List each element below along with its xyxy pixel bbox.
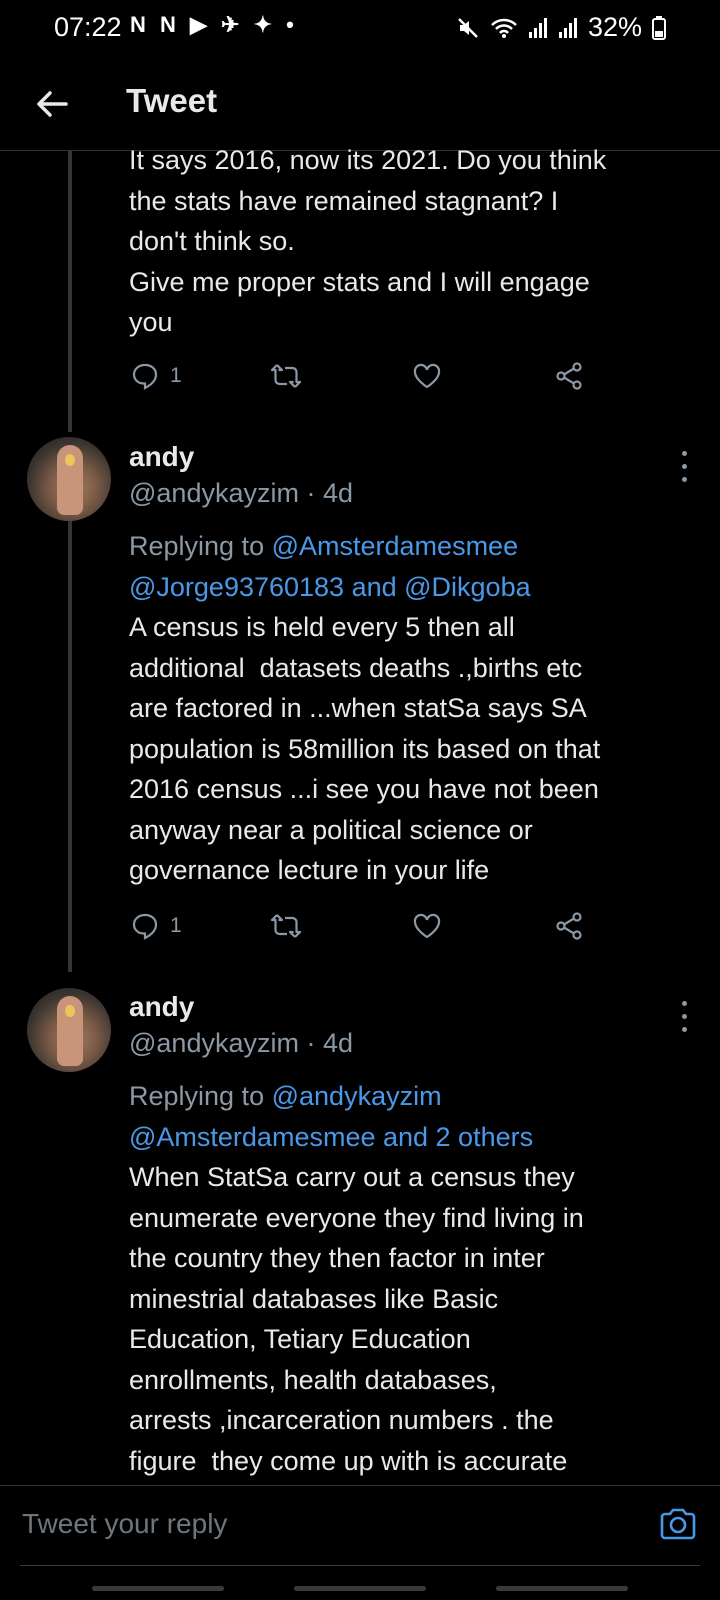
tweet-text[interactable]: It says 2016, now its 2021. Do you think… [129,140,689,343]
tweet-actions: 1 [130,356,600,396]
tweet-text[interactable]: A census is held every 5 then all additi… [129,607,689,891]
reply-input[interactable] [20,1500,624,1548]
author-handle-time[interactable]: @andykayzim · 4d [129,478,353,509]
replying-to-link[interactable]: @Amsterdamesmee and 2 others [129,1122,533,1152]
share-button[interactable] [554,356,584,396]
author-name[interactable]: andy [129,991,194,1023]
retweet-icon [270,364,302,388]
replying-to-link[interactable]: @Jorge93760183 and @Dikgoba [129,572,531,602]
reply-button[interactable]: 1 [130,906,182,946]
author-name[interactable]: andy [129,441,194,473]
system-navigation-bar [0,1580,720,1600]
heart-icon [413,363,441,389]
reply-button[interactable]: 1 [130,356,182,396]
replying-to: Replying to @andykayzim @Amsterdamesmee … [129,1076,689,1157]
more-options-icon[interactable] [676,449,692,485]
thread-line [68,150,72,432]
reply-icon [132,363,158,390]
signal-icon-2 [558,17,577,38]
retweet-icon [270,914,302,938]
mute-icon [458,17,478,38]
retweet-button[interactable] [270,906,302,946]
more-options-icon[interactable] [676,999,692,1035]
like-button[interactable] [412,906,442,946]
back-arrow-icon[interactable] [30,82,74,126]
nav-recents[interactable] [92,1586,224,1591]
thread-line [68,520,72,972]
page-title: Tweet [126,82,218,119]
retweet-button[interactable] [270,356,302,396]
status-right: 32% [456,12,666,43]
status-time: 07:22 [54,12,122,42]
divider [20,1565,700,1566]
replying-to-link[interactable]: @Amsterdamesmee [272,531,518,561]
battery-percent: 32% [587,12,642,42]
replying-to: Replying to @Amsterdamesmee @Jorge937601… [129,526,689,607]
avatar[interactable] [27,437,111,521]
replying-to-link[interactable]: @andykayzim [272,1081,442,1111]
like-button[interactable] [412,356,442,396]
status-bar: 07:22 N N ▶ ✈ ✦ • 32% [0,0,720,56]
replying-to-label: Replying to [129,1081,265,1111]
tweet-actions: 1 [130,906,600,946]
share-button[interactable] [554,906,584,946]
nav-back[interactable] [496,1586,628,1591]
camera-icon[interactable] [658,1504,698,1544]
reply-count: 1 [170,914,182,937]
author-handle-time[interactable]: @andykayzim · 4d [129,1028,353,1059]
signal-icon-1 [528,17,547,38]
nav-home[interactable] [294,1586,426,1591]
reply-count: 1 [170,364,182,387]
avatar[interactable] [27,988,111,1072]
wifi-icon [491,18,517,38]
notification-icons: N N ▶ ✈ ✦ • [130,12,298,37]
top-app-bar: Tweet [0,64,720,151]
replying-to-label: Replying to [129,531,265,561]
tweet-text[interactable]: When StatSa carry out a census they enum… [129,1157,689,1481]
share-icon [556,912,582,940]
battery-icon [652,15,666,40]
reply-composer [0,1485,720,1566]
reply-icon [132,913,158,940]
heart-icon [413,913,441,939]
share-icon [556,362,582,390]
